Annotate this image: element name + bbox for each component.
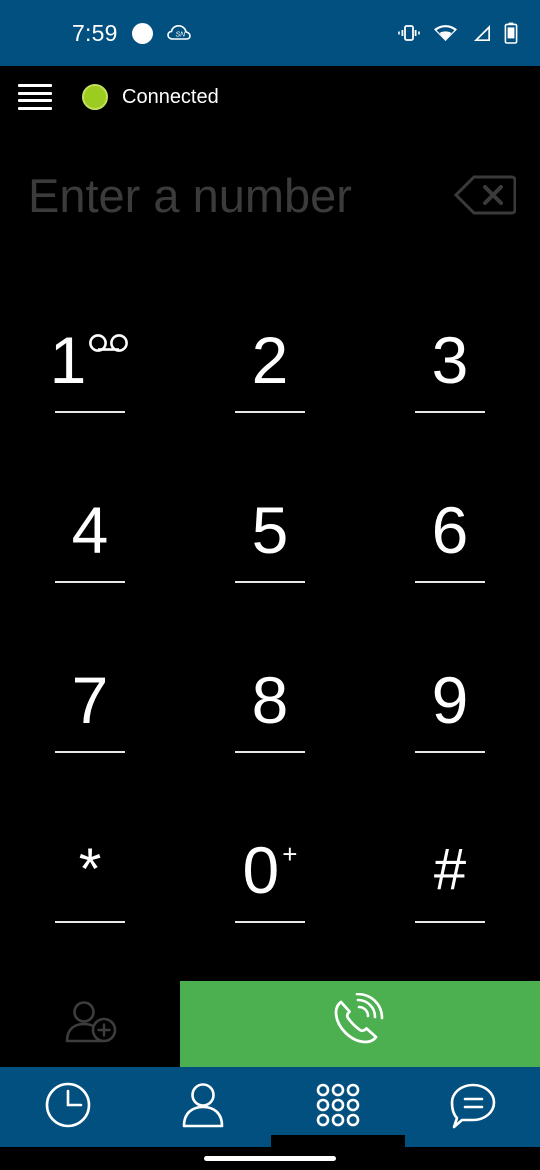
dialpad-key-2[interactable]: 2 <box>180 282 360 452</box>
key-7-underline <box>55 751 125 753</box>
gesture-navigation-bar <box>0 1147 540 1170</box>
key-3-digit: 3 <box>431 323 469 397</box>
cellular-signal-icon <box>470 23 492 43</box>
app-bar: Connected <box>0 66 540 128</box>
dialpad-key-8[interactable]: 8 <box>180 622 360 792</box>
number-input[interactable]: Enter a number <box>28 168 446 223</box>
dialpad-key-6[interactable]: 6 <box>360 452 540 622</box>
gesture-pill[interactable] <box>204 1156 336 1161</box>
key-9-glyph: 9 <box>432 661 469 739</box>
dialpad: 1 2 3 4 5 6 7 8 9 * 0 + # <box>0 282 540 962</box>
bottom-navigation <box>0 1067 540 1147</box>
hamburger-menu-icon[interactable] <box>18 84 52 110</box>
key-6-underline <box>415 581 485 583</box>
key-4-glyph: 4 <box>72 491 109 569</box>
call-icon <box>329 992 391 1056</box>
call-button[interactable] <box>180 981 540 1067</box>
status-bar-left: 7:59 SN <box>0 20 191 47</box>
battery-icon <box>504 22 518 44</box>
key-6-glyph: 6 <box>432 491 469 569</box>
clock-icon <box>43 1080 93 1135</box>
key-hash-glyph: # <box>434 831 466 909</box>
key-4-underline <box>55 581 125 583</box>
key-0-underline <box>235 921 305 923</box>
key-1-glyph: 1 <box>50 321 131 399</box>
nav-item-keypad[interactable] <box>270 1067 405 1147</box>
key-2-glyph: 2 <box>252 321 289 399</box>
nav-item-recents[interactable] <box>0 1067 135 1147</box>
key-0-glyph: 0 + <box>243 831 298 909</box>
nav-item-messages[interactable] <box>405 1067 540 1147</box>
add-contact-icon <box>62 998 118 1051</box>
status-bar: 7:59 SN <box>0 0 540 66</box>
key-hash-underline <box>415 921 485 923</box>
key-1-underline <box>55 411 125 413</box>
white-circle-icon <box>131 22 153 44</box>
key-8-glyph: 8 <box>252 661 289 739</box>
backspace-icon[interactable] <box>446 169 516 221</box>
number-input-row: Enter a number <box>0 150 540 240</box>
key-8-underline <box>235 751 305 753</box>
nav-item-contacts[interactable] <box>135 1067 270 1147</box>
key-9-digit: 9 <box>431 663 469 737</box>
key-5-glyph: 5 <box>252 491 289 569</box>
dialer-screen: 7:59 SN Connected Enter a number 1 2 3 4… <box>0 0 540 1170</box>
add-contact-button[interactable] <box>0 981 180 1067</box>
key-6-digit: 6 <box>431 493 469 567</box>
key-0-plus: + <box>282 839 298 869</box>
dialpad-key-star[interactable]: * <box>0 792 180 962</box>
voicemail-icon <box>88 333 130 353</box>
dialpad-key-3[interactable]: 3 <box>360 282 540 452</box>
vibrate-icon <box>397 23 421 43</box>
key-4-digit: 4 <box>71 493 109 567</box>
dialpad-key-4[interactable]: 4 <box>0 452 180 622</box>
key-hash-digit: # <box>433 837 467 902</box>
key-9-underline <box>415 751 485 753</box>
key-star-digit: * <box>78 837 102 902</box>
key-star-glyph: * <box>79 831 102 909</box>
action-bar <box>0 981 540 1067</box>
wifi-icon <box>433 23 458 43</box>
status-bar-right <box>397 22 522 44</box>
key-3-glyph: 3 <box>432 321 469 399</box>
connection-status-label: Connected <box>122 85 219 108</box>
dialpad-key-5[interactable]: 5 <box>180 452 360 622</box>
person-icon <box>178 1080 228 1135</box>
key-3-underline <box>415 411 485 413</box>
key-5-underline <box>235 581 305 583</box>
dialpad-key-hash[interactable]: # <box>360 792 540 962</box>
key-5-digit: 5 <box>251 493 289 567</box>
key-2-underline <box>235 411 305 413</box>
key-star-underline <box>55 921 125 923</box>
keypad-dots-icon <box>314 1081 362 1134</box>
chat-bubble-icon <box>448 1080 498 1135</box>
sn-cloud-icon: SN <box>166 24 191 42</box>
key-0-digit: 0 <box>242 833 280 907</box>
dialpad-key-0[interactable]: 0 + <box>180 792 360 962</box>
svg-text:SN: SN <box>175 31 186 38</box>
key-1-digit: 1 <box>49 323 87 397</box>
key-7-glyph: 7 <box>72 661 109 739</box>
key-2-digit: 2 <box>251 323 289 397</box>
connection-status: Connected <box>82 84 219 110</box>
status-indicator-dot <box>82 84 108 110</box>
dialpad-key-9[interactable]: 9 <box>360 622 540 792</box>
key-8-digit: 8 <box>251 663 289 737</box>
key-7-digit: 7 <box>71 663 109 737</box>
dialpad-key-7[interactable]: 7 <box>0 622 180 792</box>
dialpad-key-1[interactable]: 1 <box>0 282 180 452</box>
status-time: 7:59 <box>72 19 118 46</box>
